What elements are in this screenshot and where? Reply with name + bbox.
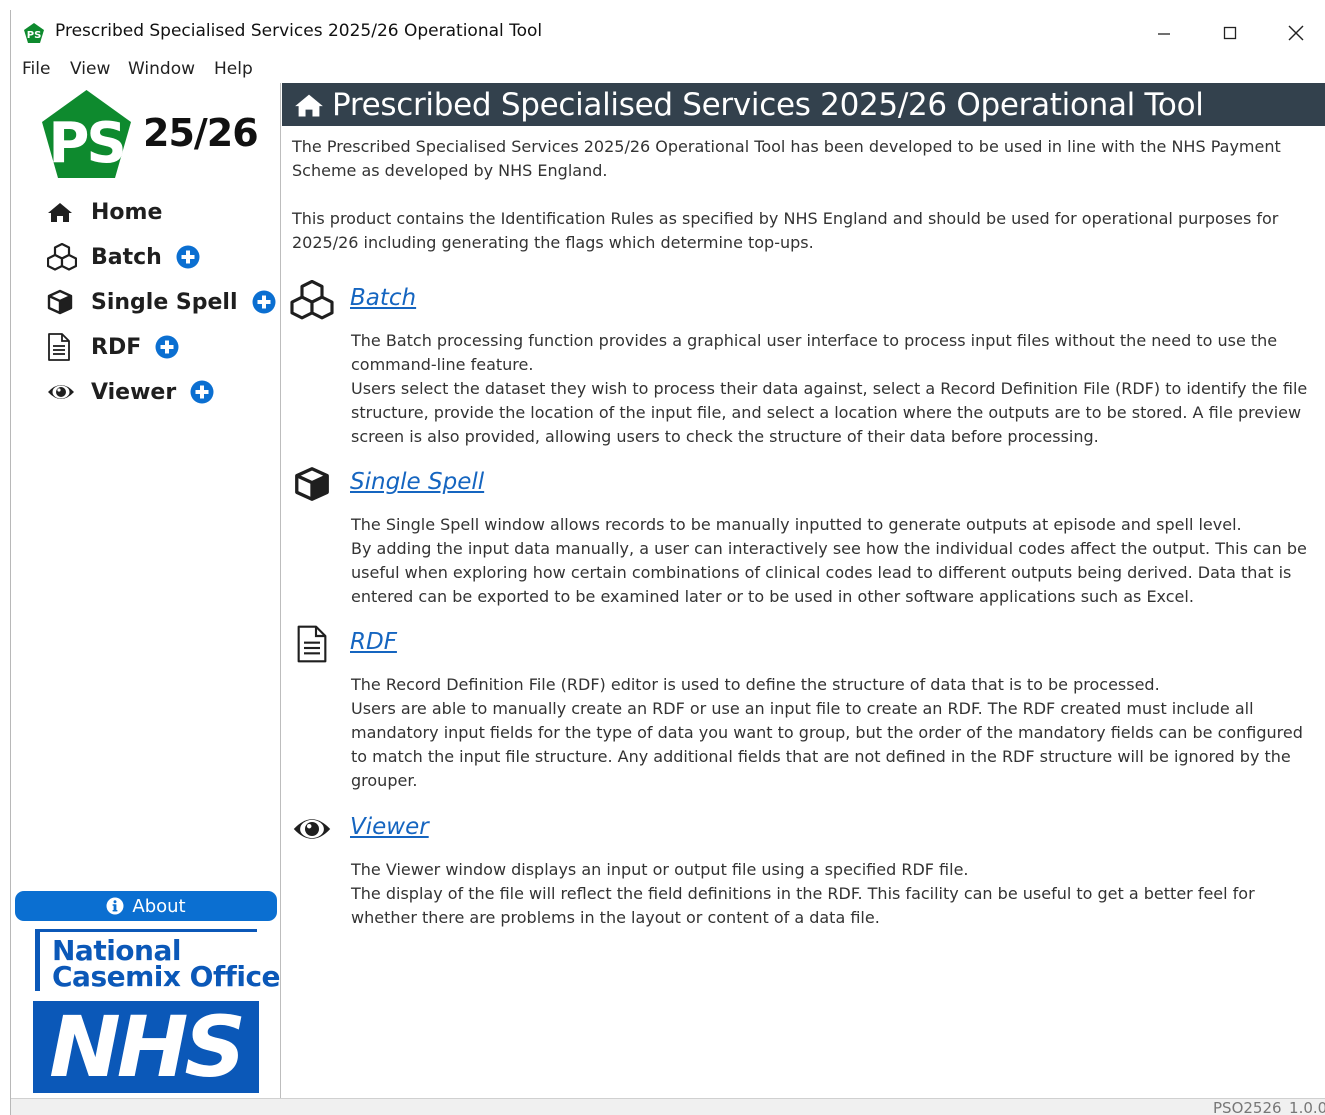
batch-desc-line1: The Batch processing function provides a… xyxy=(351,331,1278,374)
cubes-icon xyxy=(47,243,77,271)
eye-icon xyxy=(290,809,334,849)
file-lines-icon xyxy=(47,333,77,361)
single-spell-desc-line2: By adding the input data manually, a use… xyxy=(351,539,1307,606)
viewer-link[interactable]: Viewer xyxy=(350,814,429,840)
home-icon xyxy=(295,94,323,117)
rdf-link[interactable]: RDF xyxy=(350,629,397,655)
nhs-logo-text: NHS xyxy=(49,998,247,1096)
cube-icon xyxy=(290,464,334,504)
about-label: About xyxy=(132,895,186,917)
eye-icon xyxy=(47,378,77,406)
nav-viewer[interactable]: Viewer xyxy=(47,376,214,408)
batch-desc-line2: Users select the dataset they wish to pr… xyxy=(351,379,1308,446)
title-bar[interactable]: PS Prescribed Specialised Services 2025/… xyxy=(11,10,1325,56)
menu-file[interactable]: File xyxy=(22,59,50,79)
svg-text:PS: PS xyxy=(27,30,42,41)
page-header: Prescribed Specialised Services 2025/26 … xyxy=(282,83,1325,126)
ps-logo: PS xyxy=(42,90,131,178)
batch-link[interactable]: Batch xyxy=(350,285,416,311)
menu-window[interactable]: Window xyxy=(128,59,195,79)
nav-home-label: Home xyxy=(91,199,163,225)
nav-single-spell-label: Single Spell xyxy=(91,289,238,315)
single-spell-desc-line1: The Single Spell window allows records t… xyxy=(351,515,1242,534)
nco-line2: Casemix Office xyxy=(52,960,281,993)
rdf-desc-line1: The Record Definition File (RDF) editor … xyxy=(351,675,1160,694)
app-logo-icon: PS xyxy=(24,23,44,43)
nav-home[interactable]: Home xyxy=(47,196,162,228)
add-viewer-plus-icon[interactable] xyxy=(190,380,214,404)
maximize-icon xyxy=(1223,26,1237,40)
intro-paragraph-1: The Prescribed Specialised Services 2025… xyxy=(292,137,1281,180)
sidebar: PS 25/26 Home Batch Single Spell RDF Vie… xyxy=(11,83,281,1098)
add-rdf-plus-icon[interactable] xyxy=(155,335,179,359)
nav-viewer-label: Viewer xyxy=(91,379,177,405)
version-label: PSO2526_1.0.0 xyxy=(1213,1099,1325,1115)
page-title: Prescribed Specialised Services 2025/26 … xyxy=(332,86,1204,123)
nhs-logo: NHS xyxy=(33,998,259,1096)
viewer-desc-line1: The Viewer window displays an input or o… xyxy=(351,860,969,879)
status-bar: PSO2526_1.0.0 xyxy=(11,1098,1325,1115)
home-icon xyxy=(47,198,77,226)
maximize-button[interactable] xyxy=(1197,10,1263,56)
minimize-icon xyxy=(1158,33,1170,35)
add-batch-plus-icon[interactable] xyxy=(176,245,200,269)
cubes-icon xyxy=(290,280,334,320)
nav-single-spell[interactable]: Single Spell xyxy=(47,286,276,318)
national-casemix-office-logo: National Casemix Office xyxy=(35,929,281,991)
rdf-desc-line2: Users are able to manually create an RDF… xyxy=(351,699,1303,790)
intro-paragraph-2: This product contains the Identification… xyxy=(292,209,1279,252)
rdf-description: The Record Definition File (RDF) editor … xyxy=(351,673,1321,793)
menu-help[interactable]: Help xyxy=(214,59,253,79)
svg-text:PS: PS xyxy=(48,111,123,176)
close-icon xyxy=(1288,25,1304,41)
batch-description: The Batch processing function provides a… xyxy=(351,329,1321,449)
file-lines-icon xyxy=(290,624,334,664)
viewer-desc-line2: The display of the file will reflect the… xyxy=(351,884,1255,927)
app-window: PS Prescribed Specialised Services 2025/… xyxy=(10,10,1325,1115)
nav-rdf-label: RDF xyxy=(91,334,142,360)
minimize-button[interactable] xyxy=(1131,10,1197,56)
nav-rdf[interactable]: RDF xyxy=(47,331,179,363)
logo-year: 25/26 xyxy=(143,111,259,155)
info-icon xyxy=(106,897,124,915)
window-title: Prescribed Specialised Services 2025/26 … xyxy=(55,21,543,41)
nav-batch[interactable]: Batch xyxy=(47,241,200,273)
menu-view[interactable]: View xyxy=(70,59,110,79)
single-spell-description: The Single Spell window allows records t… xyxy=(351,513,1321,609)
menu-bar: File View Window Help xyxy=(11,56,1325,83)
cube-icon xyxy=(47,288,77,316)
single-spell-link[interactable]: Single Spell xyxy=(350,469,484,495)
add-single-spell-plus-icon[interactable] xyxy=(252,290,276,314)
about-button[interactable]: About xyxy=(15,891,277,921)
main-content: Prescribed Specialised Services 2025/26 … xyxy=(282,83,1325,1098)
close-button[interactable] xyxy=(1263,10,1325,56)
nav-batch-label: Batch xyxy=(91,244,162,270)
viewer-description: The Viewer window displays an input or o… xyxy=(351,858,1321,930)
